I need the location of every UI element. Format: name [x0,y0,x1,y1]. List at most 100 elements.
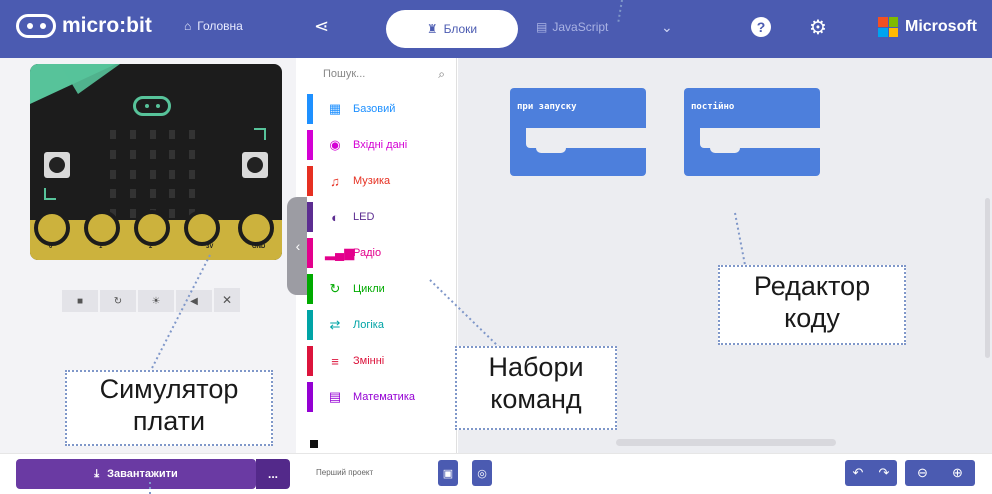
led [110,169,116,179]
save-icon[interactable]: ▣ [438,460,458,486]
toolbox-category[interactable]: ◉ Вхідні дані [307,130,457,160]
stop-icon[interactable]: ■ [62,290,98,312]
callout-blocks: Набори команд [455,346,617,430]
led [189,169,196,179]
toolbox-category[interactable]: ↻ Цикли [307,274,457,304]
redo-icon[interactable]: ↷ [879,465,890,481]
zoom-in-icon[interactable]: ⊕ [952,465,963,481]
mute-icon[interactable]: ◀ [176,290,212,312]
logo-text: micro:bit [62,14,152,37]
callout-editor: Редактор коду [718,265,906,345]
download-icon: ⤓ [94,467,100,480]
callout-line: коду [784,303,840,334]
microbit-logo[interactable]: micro:bit [16,14,152,38]
restart-icon[interactable]: ↻ [100,290,136,312]
vertical-scrollbar[interactable] [985,198,990,358]
top-bar: micro:bit ⌂ Головна ⋖ ♜ Блоки ▤ JavaScri… [0,0,992,58]
pin-pad[interactable] [184,210,220,246]
led [189,149,196,159]
led [149,130,156,139]
code-icon: ▤ [536,20,548,34]
gear-icon[interactable]: ⚙ [809,15,827,40]
toolbox-category[interactable]: ▂▄▆ Радіо [307,238,457,268]
search-icon: ⌕ [438,67,445,81]
led [129,130,136,139]
toolbox-scroll-handle[interactable] [310,440,318,448]
led [129,209,136,219]
toolbox: Пошук... ⌕ ▦ Базовий ◉ Вхідні дані ♫ Музика ◐ L… [307,58,457,453]
category-label: Базовий [353,103,396,115]
toolbox-category[interactable]: ◐ LED [307,202,457,232]
undo-redo-group: ↶ ↷ [845,460,897,486]
project-name-input[interactable]: Перший проект [316,468,373,477]
button-b-marker-icon [254,128,266,140]
list-icon: ≡ [331,353,339,369]
pin-pad[interactable] [84,210,120,246]
zoom-group: ⊖ ⊕ [905,460,975,486]
category-label: LED [353,211,375,223]
undo-icon[interactable]: ↶ [853,465,864,481]
grid-icon: ▦ [328,101,342,116]
category-color-bar [307,346,313,376]
home-button[interactable]: ⌂ Головна [184,19,243,33]
category-label: Цикли [353,283,385,295]
category-label: Математика [353,391,415,403]
pin-label: 0 [49,244,53,250]
editor-mode-toggle: ♜ Блоки ▤ JavaScript ⌄ [386,10,716,48]
zoom-out-icon[interactable]: ⊖ [917,465,928,481]
microbit-board[interactable]: 0 1 2 3V GND [30,64,282,260]
download-more-button[interactable]: ... [256,459,290,489]
download-button[interactable]: ⤓ Завантажити [16,459,256,489]
fullscreen-icon[interactable]: ✕ [214,288,240,312]
toggle-icon: ◐ [331,209,339,225]
block-label: при запуску [517,102,577,112]
led [110,130,116,139]
target-icon: ◉ [329,137,341,152]
board-logo-icon[interactable] [133,96,171,116]
horizontal-scrollbar[interactable] [616,439,836,446]
category-color-bar [307,202,313,232]
toolbox-category[interactable]: ≡ Змінні [307,346,457,376]
microsoft-logo-icon [878,17,898,37]
microsoft-label: Microsoft [905,18,977,35]
button-b[interactable] [242,152,268,178]
block-notch [710,146,740,153]
toolbox-category[interactable]: ♫ Музика [307,166,457,196]
callout-simulator: Симулятор плати [65,370,273,446]
pin-pad[interactable] [134,210,170,246]
led [110,149,116,159]
category-color-bar [307,274,313,304]
tab-blocks[interactable]: ♜ Блоки [386,10,518,48]
category-color-bar [307,310,313,340]
led [169,149,176,159]
pin-pad[interactable] [34,210,70,246]
button-a-marker-icon [44,188,56,200]
tab-javascript-label: JavaScript [552,20,609,34]
tab-javascript[interactable]: ▤ JavaScript [536,20,608,34]
puzzle-icon: ♜ [426,22,438,36]
category-label: Вхідні дані [353,139,408,151]
github-icon[interactable]: ◎ [472,460,492,486]
forever-block[interactable]: постійно [684,88,820,176]
pin-label: GND [252,244,266,250]
loop-icon: ↻ [329,281,341,296]
collapse-simulator-button[interactable]: ‹ [287,197,309,295]
share-icon[interactable]: ⋖ [314,16,329,37]
search-placeholder: Пошук... [323,68,366,80]
help-icon[interactable]: ? [751,17,771,37]
led [189,130,196,139]
on-start-block[interactable]: при запуску [510,88,646,176]
button-a[interactable] [44,152,70,178]
pin-pad[interactable] [238,210,274,246]
toolbox-search-input[interactable]: Пошук... ⌕ [317,64,451,88]
toolbox-category[interactable]: ▤ Математика [307,382,457,412]
led [129,169,136,179]
microsoft-brand[interactable]: Microsoft [878,17,977,37]
chevron-down-icon[interactable]: ⌄ [661,19,673,36]
toolbox-category[interactable]: ▦ Базовий [307,94,457,124]
toolbox-category[interactable]: ⇄ Логіка [307,310,457,340]
download-label: Завантажити [107,468,178,480]
slowmo-icon[interactable]: ☀ [138,290,174,312]
pin-label: 2 [149,244,153,250]
led-matrix [110,130,200,220]
